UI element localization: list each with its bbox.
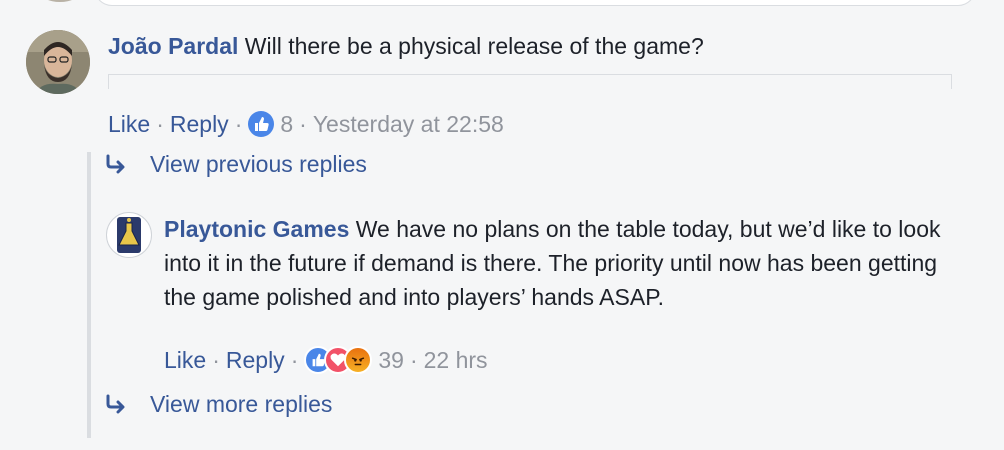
previous-comment-box	[94, 0, 976, 6]
like-reaction-icon[interactable]	[248, 111, 275, 137]
comment-actions: Like · Reply · 8 · Yesterday at 22:58	[108, 110, 504, 138]
separator-dot: ·	[234, 111, 243, 137]
comment-timestamp[interactable]: Yesterday at 22:58	[313, 110, 504, 138]
reaction-count[interactable]: 8	[280, 110, 293, 138]
like-button[interactable]: Like	[164, 346, 206, 374]
comment-embed-preview	[108, 74, 952, 89]
like-button[interactable]: Like	[108, 110, 150, 138]
playtonic-logo-icon	[117, 217, 141, 253]
view-previous-replies-link[interactable]: View previous replies	[104, 150, 367, 178]
comment-text: Will there be a physical release of the …	[244, 33, 704, 59]
reply-button[interactable]: Reply	[226, 346, 285, 374]
previous-comment-avatar	[40, 0, 80, 2]
reply-timestamp[interactable]: 22 hrs	[424, 346, 488, 374]
separator-dot: ·	[212, 347, 220, 373]
view-more-replies-label: View more replies	[150, 391, 333, 417]
reaction-icons[interactable]	[304, 346, 373, 374]
comment-body: João Pardal Will there be a physical rel…	[108, 32, 704, 60]
reaction-count[interactable]: 39	[378, 346, 404, 374]
reply-arrow-icon	[106, 394, 125, 414]
comment-author-link[interactable]: João Pardal	[108, 33, 238, 59]
separator-dot: ·	[156, 111, 164, 137]
reply-actions: Like · Reply · 39 · 22 hrs	[164, 346, 488, 374]
angry-reaction-icon	[344, 346, 373, 374]
avatar[interactable]	[106, 212, 152, 258]
reply-body: Playtonic Games We have no plans on the …	[164, 212, 944, 314]
view-previous-replies-label: View previous replies	[150, 151, 367, 177]
reply-arrow-icon	[106, 154, 125, 174]
separator-dot: ·	[290, 347, 299, 373]
reply-author-link[interactable]: Playtonic Games	[164, 216, 349, 242]
reply-thread-rail	[87, 152, 91, 438]
avatar[interactable]	[26, 30, 90, 94]
separator-dot: ·	[409, 347, 418, 373]
separator-dot: ·	[299, 111, 307, 137]
reply-button[interactable]: Reply	[170, 110, 229, 138]
view-more-replies-link[interactable]: View more replies	[104, 390, 332, 418]
